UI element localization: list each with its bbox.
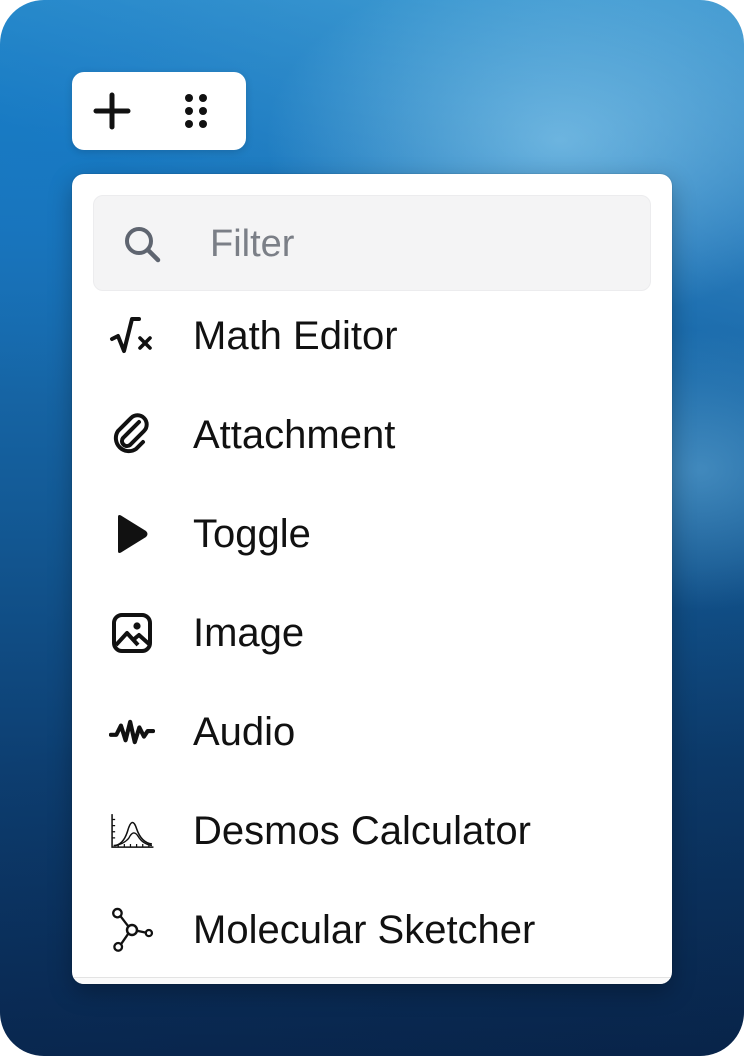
molecule-icon (109, 907, 155, 953)
menu-item-label: Audio (193, 710, 296, 754)
menu-item-label: Attachment (193, 413, 396, 457)
menu-item-label: Desmos Calculator (193, 809, 531, 853)
menu-item-audio[interactable]: Audio (93, 687, 651, 777)
square-root-icon (109, 313, 155, 359)
waveform-icon (109, 709, 155, 755)
play-triangle-icon (109, 511, 155, 557)
insert-block-menu: Math Editor Attachment Toggle Image (72, 174, 672, 984)
add-block-button[interactable] (74, 72, 150, 150)
image-icon (109, 610, 155, 656)
menu-item-label: Molecular Sketcher (193, 908, 536, 952)
graph-curve-icon (109, 808, 155, 854)
menu-item-attachment[interactable]: Attachment (93, 390, 651, 480)
menu-item-label: Image (193, 611, 305, 655)
filter-field[interactable] (93, 195, 651, 291)
menu-item-molecular-sketcher[interactable]: Molecular Sketcher (93, 885, 651, 975)
menu-item-image[interactable]: Image (93, 588, 651, 678)
menu-item-desmos-calculator[interactable]: Desmos Calculator (93, 786, 651, 876)
drag-handle-button[interactable] (158, 72, 234, 150)
menu-item-label: Toggle (193, 512, 311, 556)
paperclip-icon (109, 412, 155, 458)
menu-item-label: Math Editor (193, 314, 398, 358)
filter-input[interactable] (210, 216, 630, 272)
search-icon (125, 227, 161, 263)
block-toolbar (72, 72, 246, 150)
plus-icon (93, 92, 131, 130)
menu-item-toggle[interactable]: Toggle (93, 489, 651, 579)
menu-item-math-editor[interactable]: Math Editor (93, 291, 651, 381)
drag-handle-icon (185, 94, 207, 128)
